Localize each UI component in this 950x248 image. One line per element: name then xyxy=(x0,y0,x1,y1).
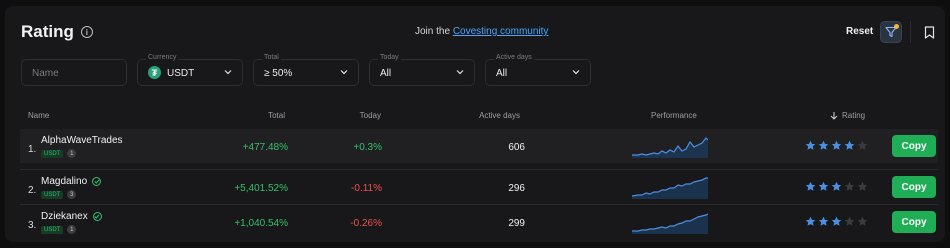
star-icon xyxy=(831,181,842,191)
trader-name[interactable]: AlphaWaveTrades xyxy=(41,135,123,146)
performance-sparkline xyxy=(632,137,708,158)
join-prefix: Join the xyxy=(415,26,451,37)
column-header-today[interactable]: Today xyxy=(345,111,381,120)
rating-header-label: Rating xyxy=(842,111,866,120)
star-icon xyxy=(805,140,816,150)
total-value: +5,401.52% xyxy=(234,183,288,194)
count-badge: 3 xyxy=(67,190,77,199)
today-select[interactable]: Today All xyxy=(369,54,475,86)
column-header-rating[interactable]: Rating xyxy=(830,111,865,120)
table-row[interactable]: 3. Dziekanex USDT 1 +1,040.54% -0.26% 29… xyxy=(20,204,938,238)
copy-button[interactable]: Copy xyxy=(892,211,936,233)
star-icon xyxy=(805,216,816,226)
today-value: -0.11% xyxy=(351,183,382,194)
chevron-down-icon xyxy=(340,70,348,75)
info-icon[interactable]: i xyxy=(80,26,93,38)
column-header-performance: Performance xyxy=(651,111,697,120)
verified-check-icon xyxy=(92,177,102,186)
copy-button[interactable]: Copy xyxy=(892,135,936,157)
trader-name-text: Magdalino xyxy=(41,176,88,187)
star-icon xyxy=(805,181,816,191)
star-icon xyxy=(857,181,868,191)
total-select[interactable]: Total ≥ 50% xyxy=(253,54,359,86)
active-days-value: All xyxy=(496,68,508,79)
active-days-value: 606 xyxy=(508,142,525,153)
column-header-total[interactable]: Total xyxy=(255,111,285,120)
today-value: -0.26% xyxy=(350,218,382,229)
active-days-label: Active days xyxy=(494,54,534,61)
currency-badge: USDT xyxy=(41,225,64,234)
page-title-text: Rating xyxy=(21,22,74,41)
column-header-name[interactable]: Name xyxy=(28,111,49,120)
today-value: All xyxy=(380,68,392,79)
rank: 2. xyxy=(28,185,37,196)
performance-sparkline xyxy=(632,213,708,234)
rank: 3. xyxy=(28,220,37,231)
chevron-down-icon xyxy=(572,70,580,75)
star-icon xyxy=(844,140,855,150)
chevron-down-icon xyxy=(456,70,464,75)
currency-label: Currency xyxy=(146,54,179,61)
star-icon xyxy=(831,140,842,150)
rank: 1. xyxy=(28,144,37,155)
currency-value: USDT xyxy=(167,68,195,79)
header-divider xyxy=(910,21,911,43)
table-row[interactable]: 1. AlphaWaveTrades USDT 1 +477.48% +0.3%… xyxy=(20,129,938,163)
active-days-value: 296 xyxy=(508,183,525,194)
covesting-community-link[interactable]: Covesting community xyxy=(453,26,549,37)
performance-sparkline xyxy=(632,177,708,199)
name-placeholder: Name xyxy=(32,68,59,79)
trader-name-text: AlphaWaveTrades xyxy=(41,135,123,146)
filter-active-dot xyxy=(894,24,899,29)
today-label: Today xyxy=(378,54,401,61)
total-value: +1,040.54% xyxy=(234,218,288,229)
column-header-active-days[interactable]: Active days xyxy=(470,111,520,120)
total-label: Total xyxy=(262,54,281,61)
active-days-value: 299 xyxy=(508,218,525,229)
bookmark-button[interactable] xyxy=(918,21,940,43)
trader-badges: USDT 3 xyxy=(41,190,77,199)
verified-check-icon xyxy=(92,212,102,221)
chevron-down-icon xyxy=(224,70,232,75)
join-community-text: Join the Covesting community xyxy=(415,26,548,37)
name-filter-input[interactable]: Name xyxy=(21,59,127,86)
trader-name-text: Dziekanex xyxy=(41,211,88,222)
page-title: Rating i xyxy=(21,22,93,42)
total-value: ≥ 50% xyxy=(264,68,293,79)
currency-badge: USDT xyxy=(41,149,64,158)
copy-button[interactable]: Copy xyxy=(892,176,936,198)
trader-badges: USDT 1 xyxy=(41,225,77,234)
rating-panel: Rating i Join the Covesting community Re… xyxy=(5,6,945,242)
currency-badge: USDT xyxy=(41,190,64,199)
today-value: +0.3% xyxy=(353,142,382,153)
trader-name[interactable]: Magdalino xyxy=(41,176,102,187)
rating-stars xyxy=(805,216,868,227)
currency-select[interactable]: Currency ₮ USDT xyxy=(137,54,243,86)
count-badge: 1 xyxy=(67,225,77,234)
star-icon xyxy=(857,140,868,150)
count-badge: 1 xyxy=(67,149,77,158)
star-icon xyxy=(831,216,842,226)
table-row[interactable]: 2. Magdalino USDT 3 +5,401.52% -0.11% 29… xyxy=(20,169,938,203)
trader-name[interactable]: Dziekanex xyxy=(41,211,102,222)
usdt-icon: ₮ xyxy=(148,66,161,79)
star-icon xyxy=(844,216,855,226)
reset-button[interactable]: Reset xyxy=(846,26,873,37)
trader-badges: USDT 1 xyxy=(41,149,77,158)
bookmark-icon xyxy=(924,25,934,39)
rating-stars xyxy=(805,181,868,192)
sort-arrow-down-icon xyxy=(830,112,838,120)
star-icon xyxy=(818,140,829,150)
active-days-select[interactable]: Active days All xyxy=(485,54,591,86)
filter-button[interactable] xyxy=(880,21,902,43)
star-icon xyxy=(844,181,855,191)
star-icon xyxy=(818,181,829,191)
star-icon xyxy=(857,216,868,226)
star-icon xyxy=(818,216,829,226)
total-value: +477.48% xyxy=(242,142,288,153)
rating-stars xyxy=(805,140,868,151)
